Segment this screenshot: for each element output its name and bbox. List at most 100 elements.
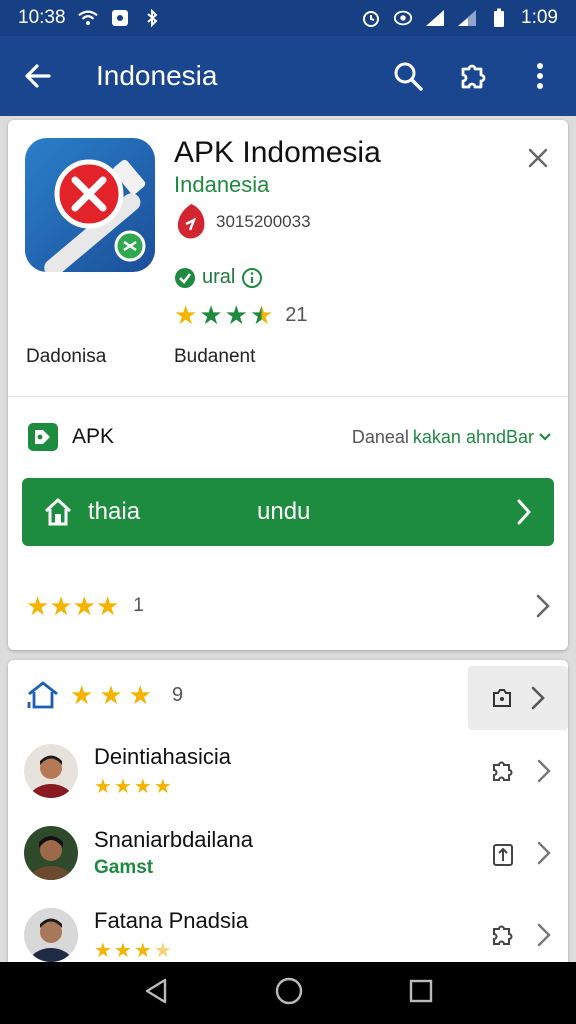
- app-details-card: APK Indomesia Indanesia 3015200033 ural …: [8, 120, 568, 650]
- rating-summary-row[interactable]: ★ ★ ★ ★ 1: [26, 592, 552, 620]
- apk-link-text: kakan ahndBar: [412, 426, 534, 447]
- upload-icon[interactable]: [490, 839, 516, 867]
- star-icon: ★: [174, 300, 198, 330]
- star-icon: ★: [128, 680, 152, 710]
- reviews-count: 9: [171, 683, 184, 706]
- arrow-left-icon: [25, 64, 51, 88]
- close-icon: [528, 148, 548, 168]
- reviewer-name: Snaniarbdailana: [94, 827, 254, 852]
- rating-summary-count: 1: [133, 595, 144, 616]
- review-item[interactable]: Snaniarbdailana Gamst: [24, 818, 552, 888]
- info-icon: [242, 267, 263, 288]
- chevron-right-icon: [517, 499, 532, 525]
- download-center-label: undu: [257, 498, 311, 525]
- apk-row: APK Daneal kakan ahndBar: [26, 420, 552, 454]
- star-icon: ★: [133, 775, 152, 798]
- star-icon: ★: [49, 591, 73, 621]
- circle-home-icon: [275, 977, 303, 1004]
- nav-home-button[interactable]: [274, 976, 304, 1011]
- status-time-left: 10:38: [18, 7, 66, 28]
- back-button[interactable]: [14, 52, 62, 100]
- avatar: [24, 744, 78, 798]
- camera-icon: [493, 689, 511, 707]
- verified-label: ural: [202, 266, 236, 288]
- avatar: [24, 826, 78, 880]
- rating-count: 21: [285, 303, 308, 326]
- puzzle-icon[interactable]: [490, 922, 516, 948]
- star-icon: ★: [113, 775, 132, 798]
- reviews-header-button[interactable]: [468, 666, 568, 730]
- app-bar: Indonesia: [0, 36, 576, 116]
- app-rating: ★ ★ ★ ★ 21: [174, 302, 308, 328]
- puzzle-icon: [461, 64, 486, 89]
- avatar: [24, 908, 78, 962]
- apk-package-icon: [28, 423, 58, 451]
- download-button[interactable]: thaia undu: [22, 478, 554, 546]
- tag-icon: [177, 204, 205, 239]
- chevron-right-icon[interactable]: [536, 840, 552, 866]
- bluetooth-icon: [142, 8, 162, 28]
- puzzle-icon[interactable]: [490, 758, 516, 784]
- chevron-right-icon[interactable]: [536, 758, 552, 784]
- app-id: 3015200033: [216, 212, 311, 231]
- verified-row: ural: [174, 266, 263, 289]
- system-nav-bar: [0, 962, 576, 1024]
- notification-icon: [110, 8, 130, 28]
- half-star-icon: ★: [153, 939, 172, 962]
- apk-label: APK: [72, 425, 115, 448]
- divider: [8, 396, 568, 397]
- star-icon: ★: [153, 775, 172, 798]
- meta-publisher: Budanent: [174, 346, 256, 367]
- review-stars: ★ ★ ★ ★: [94, 938, 248, 963]
- star-icon: ★: [113, 939, 132, 962]
- square-recents-icon: [409, 979, 432, 1002]
- star-icon: ★: [133, 939, 152, 962]
- review-stars: ★ ★ ★ ★: [94, 774, 231, 799]
- developer-link[interactable]: Indanesia: [174, 172, 269, 198]
- more-vert-icon: [537, 63, 543, 89]
- apk-link-prefix: Daneal: [351, 426, 409, 447]
- review-item[interactable]: Deintiahasicia ★ ★ ★ ★: [24, 736, 552, 806]
- app-name: APK Indomesia: [174, 136, 381, 169]
- home-outline-icon: [27, 681, 58, 709]
- status-time-right: 1:09: [521, 7, 558, 28]
- eye-icon: [393, 8, 413, 28]
- more-options-button[interactable]: [518, 54, 562, 98]
- search-icon: [394, 62, 423, 91]
- half-star-icon: ★: [249, 300, 274, 330]
- reviewer-name: Fatana Pnadsia: [94, 907, 249, 933]
- chevron-right-icon: [531, 686, 545, 710]
- review-item[interactable]: Fatana Pnadsia ★ ★ ★ ★: [24, 900, 552, 970]
- alarm-icon: [361, 8, 381, 28]
- home-icon: [44, 498, 72, 526]
- extensions-button[interactable]: [452, 54, 496, 98]
- search-button[interactable]: [386, 54, 430, 98]
- nav-recents-button[interactable]: [407, 977, 435, 1010]
- meta-category: Dadonisa: [26, 346, 107, 367]
- chevron-down-icon: [539, 433, 551, 441]
- star-icon: ★: [224, 300, 248, 330]
- page-title: Indonesia: [96, 60, 218, 91]
- reviews-card: ★ ★ ★ 9 Deintiahasicia ★ ★ ★ ★ Snaniarbd…: [8, 660, 568, 970]
- reviewer-badge: Gamst: [94, 857, 154, 878]
- signal-icon-1: [425, 8, 445, 28]
- star-icon: ★: [95, 591, 120, 621]
- status-bar: 10:38 1:09: [0, 0, 576, 36]
- app-logo: [25, 138, 155, 272]
- chevron-right-icon[interactable]: [536, 922, 552, 948]
- reviews-header: ★ ★ ★ 9: [26, 666, 568, 730]
- star-icon: ★: [70, 680, 94, 710]
- star-icon: ★: [94, 939, 112, 962]
- apk-source-dropdown[interactable]: Daneal kakan ahndBar: [352, 427, 552, 448]
- review-badge: Gamst: [94, 857, 253, 879]
- check-circle-icon: [175, 267, 195, 288]
- star-icon: ★: [72, 591, 96, 621]
- download-left-label: thaia: [88, 498, 141, 525]
- star-icon: ★: [94, 775, 112, 798]
- star-icon: ★: [26, 591, 50, 621]
- close-button[interactable]: [522, 142, 554, 174]
- battery-icon: [489, 8, 509, 28]
- nav-back-button[interactable]: [141, 976, 171, 1011]
- wifi-icon: [77, 8, 98, 28]
- signal-icon-2: [457, 8, 477, 28]
